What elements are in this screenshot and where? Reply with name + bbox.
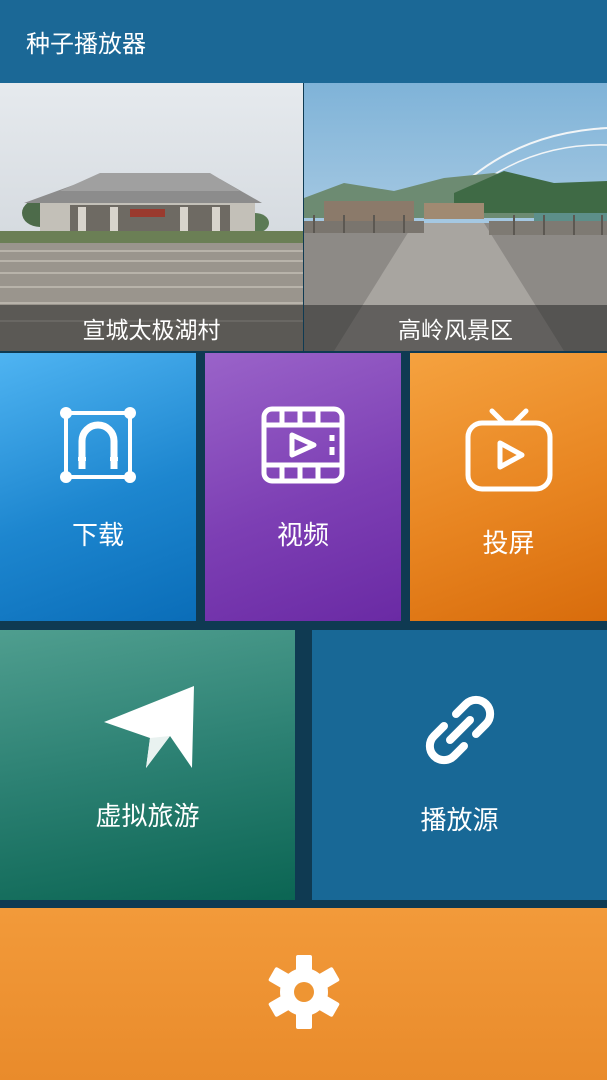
link-icon: [422, 692, 498, 772]
tv-icon: [464, 405, 554, 497]
settings-tile[interactable]: [0, 908, 607, 1080]
app-header: 种子播放器: [0, 0, 607, 83]
magnet-icon: [58, 405, 138, 489]
virtual-tour-tile[interactable]: 虚拟旅游: [0, 630, 295, 900]
banner-gaoling-scenic-area[interactable]: 高岭风景区: [304, 83, 607, 351]
app-title: 种子播放器: [26, 30, 146, 58]
banner-caption: 宣城太极湖村: [0, 305, 303, 351]
cast-tile[interactable]: 投屏: [410, 353, 607, 621]
cast-label: 投屏: [482, 529, 535, 559]
paper-plane-icon: [100, 682, 196, 776]
virtual-tour-label: 虚拟旅游: [95, 802, 200, 832]
banner-caption: 高岭风景区: [304, 305, 607, 351]
download-label: 下载: [71, 521, 124, 551]
film-icon: [260, 405, 346, 489]
banner-taiji-lake-village[interactable]: 宣城太极湖村: [0, 83, 303, 351]
video-tile[interactable]: 视频: [205, 353, 401, 621]
video-label: 视频: [276, 521, 329, 551]
play-source-label: 播放源: [420, 806, 499, 836]
play-source-tile[interactable]: 播放源: [312, 630, 607, 900]
gear-icon: [266, 954, 342, 1034]
download-tile[interactable]: 下载: [0, 353, 196, 621]
